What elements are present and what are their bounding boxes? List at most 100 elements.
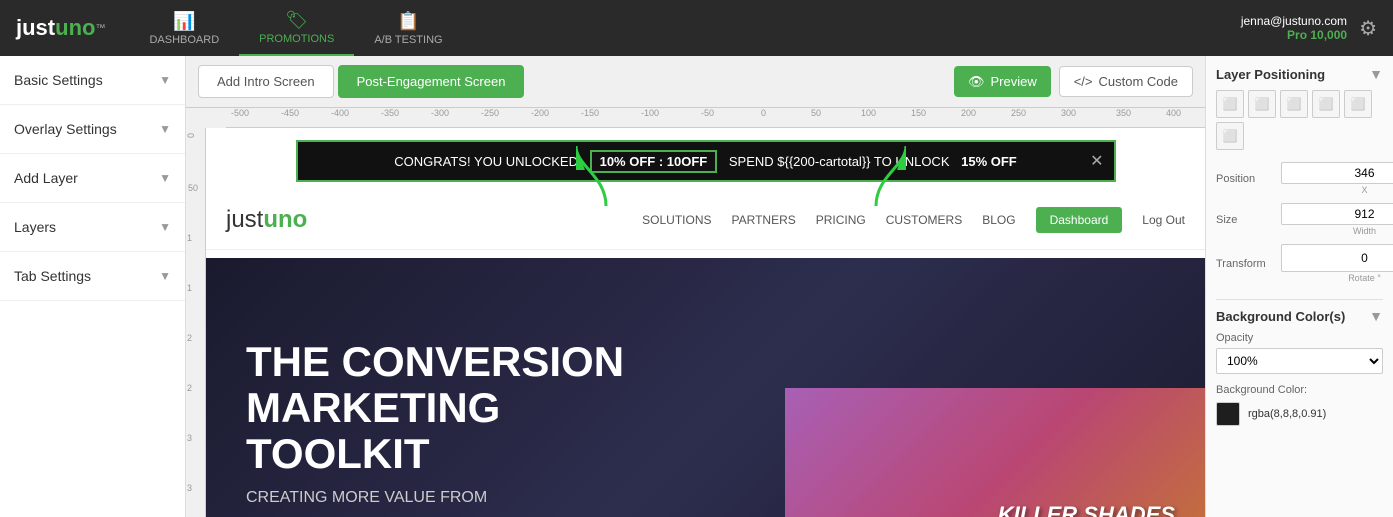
ruler-mark: 400 <box>1166 108 1181 118</box>
ruler-mark-v: 3 <box>187 483 192 493</box>
bg-color-header: Background Color(s) ▼ <box>1216 308 1383 324</box>
code-icon: </> <box>1074 74 1093 89</box>
sidebar-item-add-layer[interactable]: Add Layer ▼ <box>0 154 185 203</box>
position-x-group: X <box>1281 162 1393 195</box>
transform-inputs: Rotate ° ↔ Flip <box>1281 244 1393 283</box>
ruler-mark-v: 3 <box>187 433 192 443</box>
sidebar-label-basic-settings: Basic Settings <box>14 72 103 88</box>
align-left-icon[interactable]: ⬜ <box>1216 90 1244 118</box>
nav-label-ab-testing: A/B TESTING <box>374 34 442 46</box>
ruler-mark: -100 <box>641 108 659 118</box>
settings-icon[interactable]: ⚙ <box>1359 16 1377 41</box>
bg-color-title: Background Color(s) <box>1216 309 1345 324</box>
align-center-h-icon[interactable]: ⬜ <box>1248 90 1276 118</box>
ab-testing-icon: 📋 <box>397 11 419 32</box>
hero-text: THE CONVERSIONMARKETINGTOOLKIT CREATING … <box>246 339 624 508</box>
sidebar-item-tab-settings[interactable]: Tab Settings ▼ <box>0 252 185 301</box>
tab-post-engagement-label: Post-Engagement Screen <box>357 74 506 89</box>
sidebar-item-overlay-settings[interactable]: Overlay Settings ▼ <box>0 105 185 154</box>
layer-positioning-header: Layer Positioning ▼ <box>1216 66 1383 82</box>
sidebar-label-layers: Layers <box>14 219 56 235</box>
color-preview-row: rgba(8,8,8,0.91) <box>1216 402 1383 426</box>
canvas-area: -500 -450 -400 -350 -300 -250 -200 -150 … <box>186 108 1205 517</box>
custom-code-button[interactable]: </> Custom Code <box>1059 66 1193 97</box>
ruler-mark: 300 <box>1061 108 1076 118</box>
preview-button[interactable]: 👁 Preview <box>954 66 1051 97</box>
hero-subtitle: CREATING MORE VALUE FROM <box>246 489 624 507</box>
left-sidebar: Basic Settings ▼ Overlay Settings ▼ Add … <box>0 56 186 517</box>
panel-chevron-icon: ▼ <box>1369 66 1383 82</box>
color-value: rgba(8,8,8,0.91) <box>1248 408 1326 420</box>
align-top-icon[interactable]: ⬜ <box>1312 90 1340 118</box>
site-header: justuno SOLUTIONS PARTNERS PRICING CUSTO… <box>206 190 1205 250</box>
tabs-right: 👁 Preview </> Custom Code <box>954 66 1193 97</box>
promo-text-after: SPEND ${{200-cartotal}} TO UNLOCK <box>729 154 950 169</box>
nav-item-promotions[interactable]: 🏷 PROMOTIONS <box>239 0 354 56</box>
chevron-down-icon: ▼ <box>159 122 171 136</box>
close-icon[interactable]: ✕ <box>1090 151 1103 171</box>
main-layout: Basic Settings ▼ Overlay Settings ▼ Add … <box>0 56 1393 517</box>
nav-right: jenna@justuno.com Pro 10,000 ⚙ <box>1241 14 1377 42</box>
logo: justuno™ <box>16 15 105 41</box>
nav-item-ab-testing[interactable]: 📋 A/B TESTING <box>354 0 462 56</box>
site-nav-dashboard[interactable]: Dashboard <box>1036 207 1123 233</box>
canvas-scroll[interactable]: CONGRATS! YOU UNLOCKED 10% OFF : 10OFF S… <box>206 128 1205 517</box>
position-inputs: X Y <box>1281 162 1393 195</box>
size-row: Size Width Height <box>1216 203 1383 236</box>
opacity-label: Opacity <box>1216 332 1383 344</box>
site-nav-logout[interactable]: Log Out <box>1142 213 1185 227</box>
ruler-mark-v: 0 <box>186 133 196 138</box>
size-width-input[interactable] <box>1281 203 1393 225</box>
rotate-group: Rotate ° <box>1281 244 1393 283</box>
dashboard-icon: 📊 <box>173 11 195 32</box>
align-right-icon[interactable]: ⬜ <box>1280 90 1308 118</box>
eye-icon: 👁 <box>968 74 985 90</box>
position-row: Position X Y <box>1216 162 1383 195</box>
opacity-select[interactable]: 100% <box>1216 348 1383 374</box>
hero-title: THE CONVERSIONMARKETINGTOOLKIT <box>246 339 624 478</box>
ruler-mark: -50 <box>701 108 714 118</box>
rotate-label: Rotate ° <box>1348 273 1381 283</box>
align-bottom-icon[interactable]: ⬜ <box>1216 122 1244 150</box>
site-nav-blog[interactable]: BLOG <box>982 213 1015 227</box>
ruler-mark: -250 <box>481 108 499 118</box>
logo-just: just <box>16 15 55 41</box>
divider <box>1216 299 1383 300</box>
user-plan: Pro 10,000 <box>1287 28 1347 42</box>
top-nav: justuno™ 📊 DASHBOARD 🏷 PROMOTIONS 📋 A/B … <box>0 0 1393 56</box>
promo-text-before: CONGRATS! YOU UNLOCKED <box>394 154 578 169</box>
ruler-mark-v: 2 <box>187 383 192 393</box>
ruler-mark: -500 <box>231 108 249 118</box>
ruler-mark-v: 1 <box>187 233 192 243</box>
ruler-mark: 150 <box>911 108 926 118</box>
site-nav: SOLUTIONS PARTNERS PRICING CUSTOMERS BLO… <box>642 207 1185 233</box>
alignment-icons: ⬜ ⬜ ⬜ ⬜ ⬜ ⬜ <box>1216 90 1383 150</box>
chevron-down-icon: ▼ <box>159 269 171 283</box>
align-middle-v-icon[interactable]: ⬜ <box>1344 90 1372 118</box>
custom-code-label: Custom Code <box>1099 74 1178 89</box>
size-inputs: Width Height <box>1281 203 1393 236</box>
nav-item-dashboard[interactable]: 📊 DASHBOARD <box>129 0 239 56</box>
tab-post-engagement[interactable]: Post-Engagement Screen <box>338 65 525 98</box>
color-swatch[interactable] <box>1216 402 1240 426</box>
ruler-mark: 0 <box>761 108 766 118</box>
site-preview: CONGRATS! YOU UNLOCKED 10% OFF : 10OFF S… <box>206 128 1205 517</box>
chevron-down-icon: ▼ <box>159 220 171 234</box>
ruler-mark: -350 <box>381 108 399 118</box>
sidebar-item-basic-settings[interactable]: Basic Settings ▼ <box>0 56 185 105</box>
sidebar-item-layers[interactable]: Layers ▼ <box>0 203 185 252</box>
opacity-container: Opacity 100% <box>1216 332 1383 384</box>
bg-color-label: Background Color: <box>1216 384 1383 396</box>
rotate-input[interactable] <box>1281 244 1393 272</box>
arrow-right <box>846 136 906 216</box>
ruler-mark-v: 50 <box>188 183 198 193</box>
tab-add-intro[interactable]: Add Intro Screen <box>198 65 334 98</box>
site-nav-partners[interactable]: PARTNERS <box>732 213 796 227</box>
right-panel: Layer Positioning ▼ ⬜ ⬜ ⬜ ⬜ ⬜ ⬜ Position… <box>1205 56 1393 517</box>
size-width-label: Width <box>1353 226 1376 236</box>
position-x-input[interactable] <box>1281 162 1393 184</box>
site-nav-solutions[interactable]: SOLUTIONS <box>642 213 711 227</box>
layer-positioning-title: Layer Positioning <box>1216 67 1325 82</box>
sidebar-label-add-layer: Add Layer <box>14 170 78 186</box>
chevron-down-icon: ▼ <box>159 73 171 87</box>
